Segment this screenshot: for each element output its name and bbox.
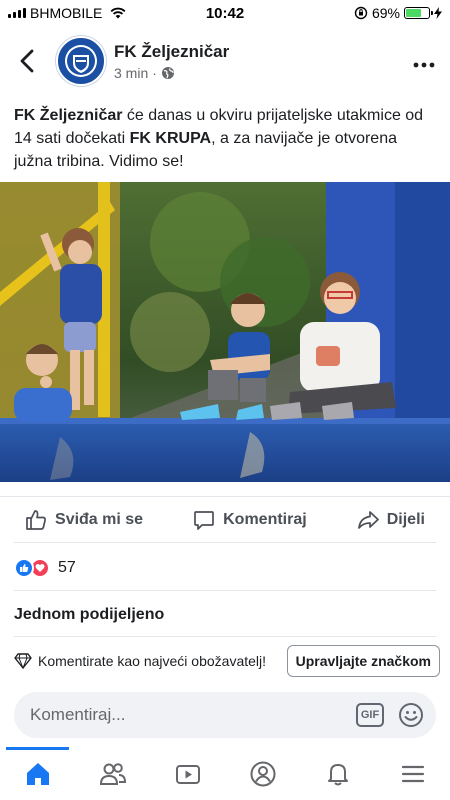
post-actions: Sviđa mi se Komentiraj Dijeli: [0, 496, 450, 540]
emoji-icon[interactable]: [398, 702, 424, 728]
bottom-tab-bar: [0, 746, 450, 800]
divider: [14, 542, 436, 543]
chevron-left-icon: [20, 49, 34, 73]
divider: [14, 590, 436, 591]
share-button[interactable]: Dijeli: [357, 509, 425, 531]
post-time[interactable]: 3 min: [114, 65, 148, 81]
thumbs-up-icon: [26, 509, 46, 530]
manage-badge-button[interactable]: Upravljajte značkom: [286, 645, 440, 677]
post-text: FK Željezničar će danas u okviru prijate…: [14, 104, 436, 173]
like-label: Sviđa mi se: [55, 510, 144, 528]
gif-button[interactable]: GIF: [356, 703, 384, 727]
team-name[interactable]: FK Željezničar: [14, 107, 122, 124]
photo-image: [0, 182, 450, 482]
notifications-icon: [327, 763, 348, 785]
top-fan-row: Komentirate kao najveći obožavatelj! Upr…: [14, 644, 440, 678]
comment-button[interactable]: Komentiraj: [193, 509, 307, 531]
reaction-count: 57: [58, 559, 76, 576]
friends-icon: [99, 762, 126, 785]
status-bar: BHMOBILE 10:42 69%: [0, 0, 450, 26]
page-avatar[interactable]: [56, 36, 106, 86]
clock: 10:42: [205, 4, 245, 22]
back-button[interactable]: [6, 49, 48, 73]
tab-friends[interactable]: [75, 747, 150, 800]
reactions-summary[interactable]: 57: [14, 555, 76, 581]
charging-icon: [434, 7, 442, 19]
divider: [14, 636, 436, 637]
tab-profile[interactable]: [225, 747, 300, 800]
opponent-name: FK KRUPA: [129, 130, 212, 147]
menu-icon: [401, 765, 424, 782]
comment-placeholder: Komentiraj...: [30, 705, 126, 724]
battery-icon: [404, 7, 433, 19]
home-icon: [26, 762, 49, 785]
tab-notifications[interactable]: [300, 747, 375, 800]
post-header: FK Željezničar 3 min ·: [0, 36, 450, 86]
comment-icon: [194, 510, 214, 530]
more-options-button[interactable]: [402, 48, 446, 74]
tab-menu[interactable]: [375, 747, 450, 800]
like-button[interactable]: Sviđa mi se: [25, 509, 143, 531]
shares-count[interactable]: Jednom podijeljeno: [14, 606, 164, 624]
comment-input[interactable]: Komentiraj... GIF: [14, 692, 436, 738]
battery-fill: [406, 9, 422, 17]
battery-percent: 69%: [371, 5, 400, 21]
comment-label: Komentiraj: [223, 510, 307, 528]
page-name[interactable]: FK Željezničar: [114, 42, 402, 62]
profile-icon: [250, 761, 275, 786]
tab-watch[interactable]: [150, 747, 225, 800]
top-fan-text: Komentirate kao najveći obožavatelj!: [38, 653, 267, 669]
meta-separator: ·: [152, 64, 157, 81]
tab-home[interactable]: [0, 747, 75, 800]
ellipsis-icon: [413, 62, 435, 68]
diamond-icon: [14, 653, 32, 669]
globe-icon: [161, 66, 174, 79]
orientation-lock-icon: [354, 6, 368, 20]
post-photo[interactable]: [0, 182, 450, 482]
club-crest-icon: [59, 39, 103, 83]
like-reaction-icon: [14, 558, 34, 578]
signal-icon: [8, 8, 26, 18]
carrier-name: BHMOBILE: [30, 5, 103, 21]
share-label: Dijeli: [386, 510, 425, 528]
share-icon: [357, 510, 379, 529]
wifi-icon: [110, 7, 126, 19]
watch-icon: [175, 764, 200, 784]
